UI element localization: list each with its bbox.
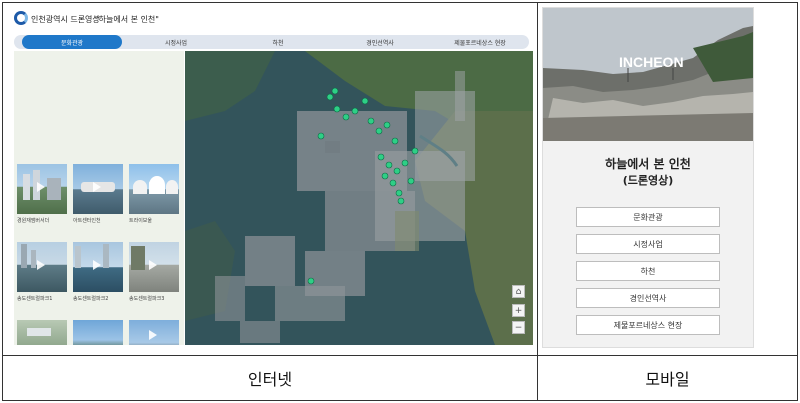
mobile-button-jemulpo-renaissance[interactable]: 제물포르네상스 현장 (576, 315, 720, 335)
video-label[interactable]: 송도센트럴파크1 (17, 295, 67, 302)
tab-culture-tourism[interactable]: 문화관광 (22, 35, 122, 49)
drone-video-map[interactable]: ⌂ + − (185, 51, 533, 345)
play-icon (37, 182, 45, 192)
incheon-cliff-photo (543, 8, 753, 141)
column-divider (537, 3, 538, 400)
zoom-out-button[interactable]: − (512, 321, 525, 334)
video-label[interactable]: 송도센트럴파크3 (129, 295, 179, 302)
video-thumbnail[interactable] (73, 164, 123, 214)
compass-icon: ⌂ (515, 286, 522, 297)
video-thumbnail[interactable] (73, 242, 123, 292)
video-thumbnail[interactable] (73, 320, 123, 345)
incheon-logo-icon (14, 11, 28, 25)
play-icon (149, 182, 157, 192)
site-title[interactable]: 인천광역시 드론영상 (31, 14, 100, 25)
tab-city-projects[interactable]: 시정사업 (126, 35, 226, 49)
category-nav: 문화관광 시정사업 하천 경인선역사 제물포르네상스 현장 (14, 35, 529, 49)
locate-button[interactable]: ⌂ (512, 285, 525, 298)
play-icon (149, 330, 157, 340)
internet-caption: 인터넷 (247, 370, 293, 389)
video-thumbnail[interactable] (17, 320, 67, 345)
mobile-button-rivers[interactable]: 하천 (576, 261, 720, 281)
mobile-button-city-projects[interactable]: 시정사업 (576, 234, 720, 254)
tab-jemulpo-renaissance[interactable]: 제물포르네상스 현장 (430, 35, 530, 49)
satellite-map (185, 51, 533, 345)
hero-image: INCHEON (543, 8, 753, 141)
video-thumbnail[interactable] (129, 242, 179, 292)
mobile-subtitle: (드론영상) (622, 174, 674, 187)
play-icon (93, 260, 101, 270)
mobile-button-culture-tourism[interactable]: 문화관광 (576, 207, 720, 227)
play-icon (37, 260, 45, 270)
video-label[interactable]: 경원재앰버서더 (17, 217, 67, 224)
video-thumbnail[interactable] (17, 242, 67, 292)
video-thumbnail[interactable] (17, 164, 67, 214)
hero-sign: INCHEON (619, 54, 684, 70)
zoom-in-button[interactable]: + (512, 304, 525, 317)
play-icon (93, 182, 101, 192)
page-title: "하늘에서 본 인천" (95, 15, 159, 24)
play-icon (149, 260, 157, 270)
tab-rivers[interactable]: 하천 (228, 35, 328, 49)
video-label[interactable]: 아트센터인천 (73, 217, 123, 224)
video-label[interactable]: 트라이보울 (129, 217, 179, 224)
web-screenshot: 인천광역시 드론영상 "하늘에서 본 인천" 문화관광 시정사업 하천 경인선역… (9, 7, 533, 347)
video-thumbnail[interactable] (129, 164, 179, 214)
video-list: 경원재앰버서더 아트센터인천 트라이보울 송도센트럴파크1 송도센트럴파크2 송… (14, 51, 184, 345)
mobile-caption: 모바일 (645, 370, 690, 389)
video-thumbnail[interactable] (129, 320, 179, 345)
video-label[interactable]: 송도센트럴파크2 (73, 295, 123, 302)
mobile-button-gyeongin-line-history[interactable]: 경인선역사 (576, 288, 720, 308)
mobile-title: 하늘에서 본 인천 (605, 157, 691, 171)
tab-gyeongin-line-history[interactable]: 경인선역사 (330, 35, 430, 49)
mobile-screenshot: INCHEON 하늘에서 본 인천 (드론영상) 문화관광 시정사업 하천 경인… (542, 7, 754, 348)
